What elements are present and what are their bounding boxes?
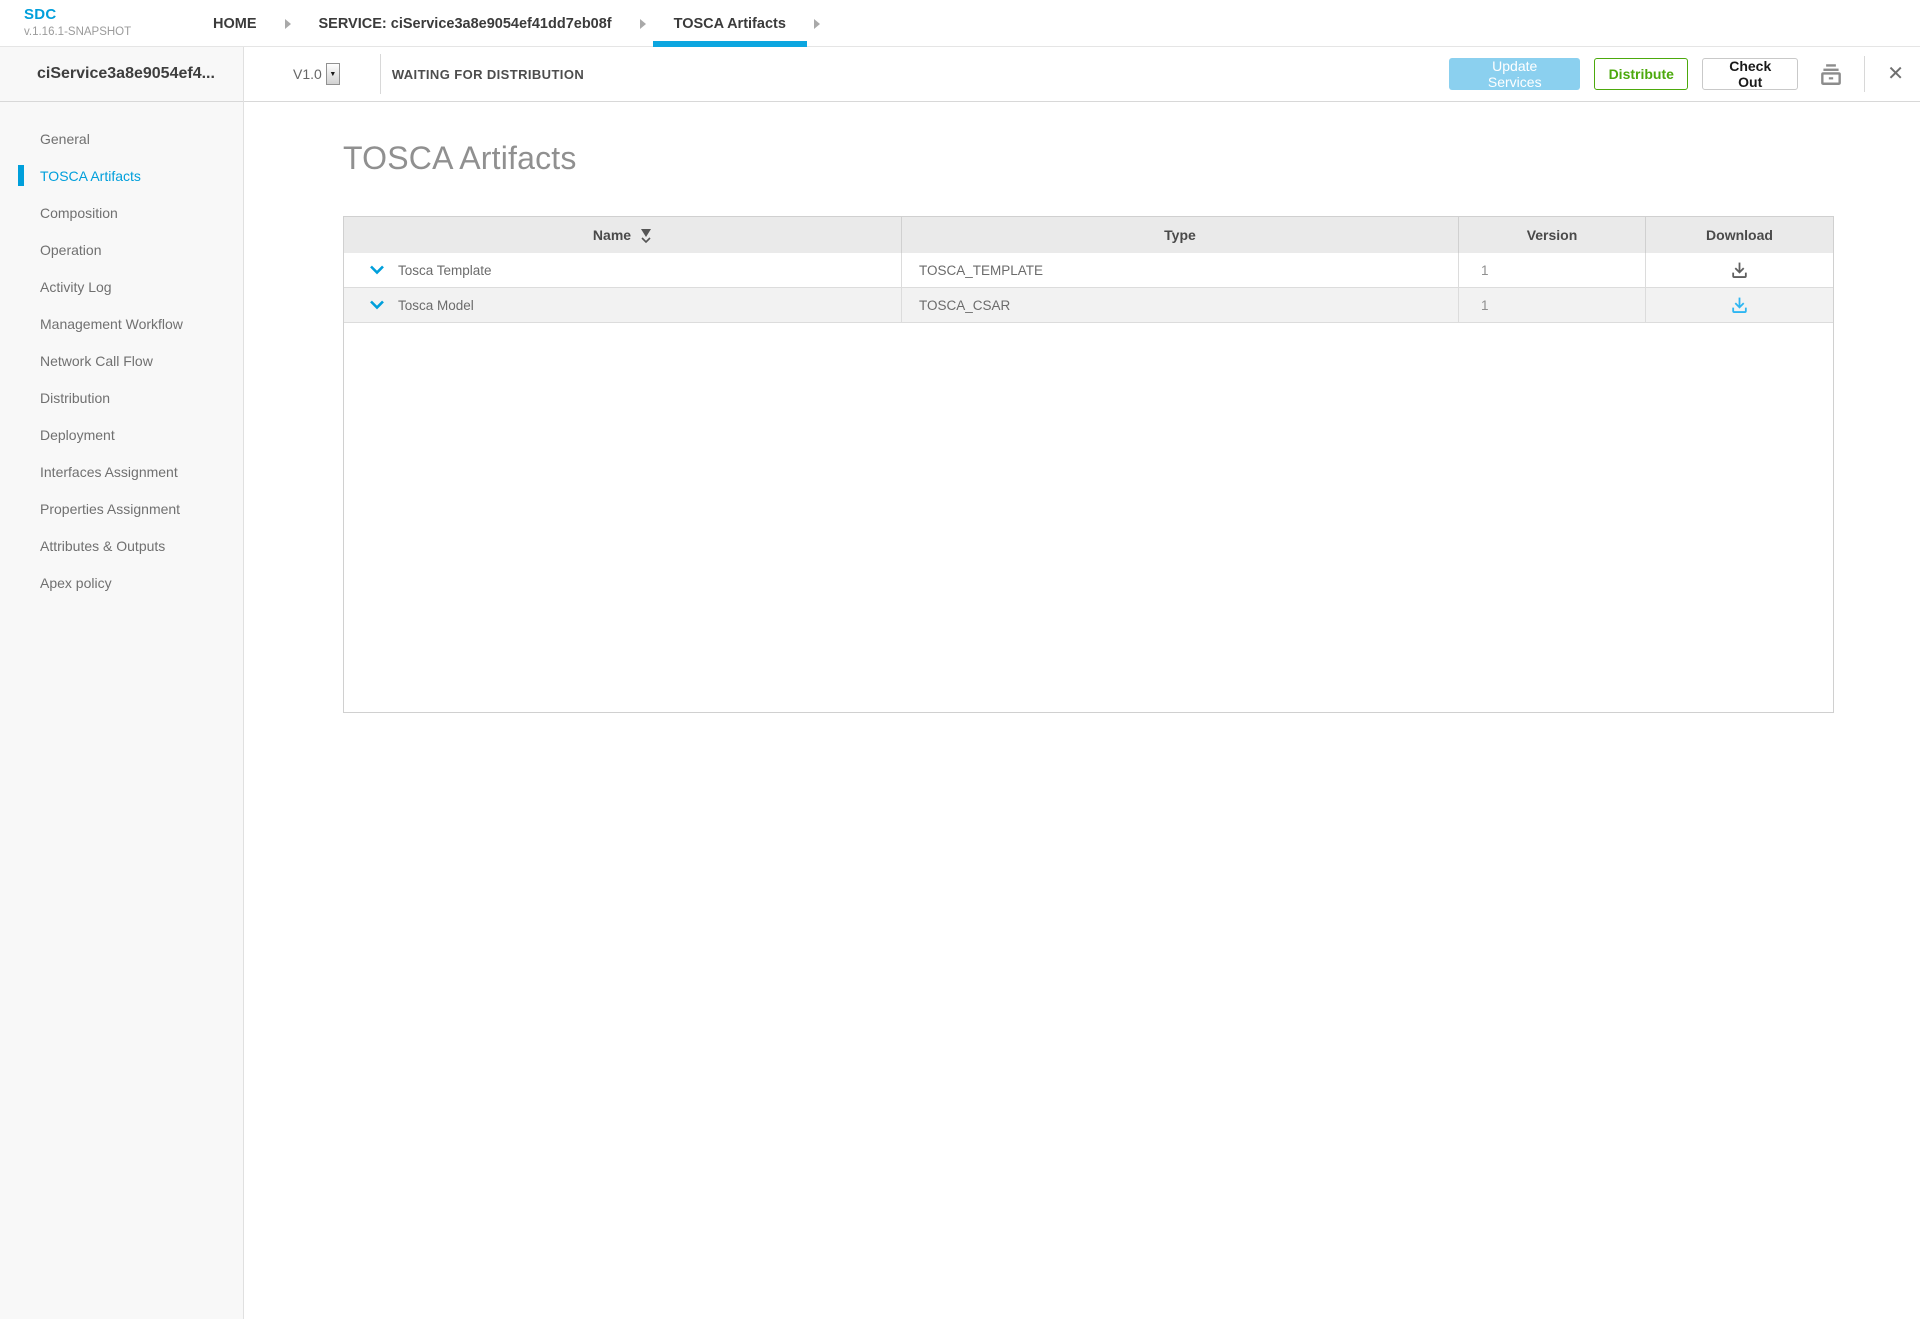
- table-header-row: Name Type Version Download: [344, 217, 1833, 253]
- breadcrumb-arrow-icon: [814, 19, 820, 29]
- entity-name: ciService3a8e9054ef4...: [37, 65, 215, 83]
- sidebar-menu: General TOSCA Artifacts Composition Oper…: [0, 102, 243, 601]
- version-dropdown-spinner[interactable]: ▼: [326, 63, 340, 85]
- sort-trapezoid-icon: [641, 229, 651, 237]
- artifact-name-cell: Tosca Model: [344, 288, 902, 323]
- page: SDC v.1.16.1-SNAPSHOT HOME SERVICE: ciSe…: [0, 0, 1920, 1319]
- sidebar-item-distribution[interactable]: Distribution: [0, 379, 243, 416]
- artifact-version-cell: 1: [1459, 253, 1646, 288]
- artifact-name-cell: Tosca Template: [344, 253, 902, 288]
- sidebar-item-operation[interactable]: Operation: [0, 231, 243, 268]
- table-row: Tosca Model TOSCA_CSAR 1: [344, 288, 1833, 323]
- top-nav-bar: SDC v.1.16.1-SNAPSHOT HOME SERVICE: ciSe…: [0, 0, 1920, 47]
- sidebar-item-interfaces-assignment[interactable]: Interfaces Assignment: [0, 453, 243, 490]
- nav-tab-service[interactable]: SERVICE: ciService3a8e9054ef41dd7eb08f: [319, 0, 612, 47]
- sort-icon[interactable]: [640, 229, 652, 243]
- sidebar-item-general[interactable]: General: [0, 120, 243, 157]
- breadcrumb: HOME SERVICE: ciService3a8e9054ef41dd7eb…: [213, 0, 820, 47]
- breadcrumb-arrow-icon: [640, 19, 646, 29]
- sidebar-item-label: TOSCA Artifacts: [40, 168, 141, 184]
- column-header-label: Name: [593, 227, 631, 243]
- version-selector[interactable]: V1.0 ▼: [293, 63, 340, 85]
- printer-icon[interactable]: [1818, 61, 1844, 87]
- app-logo-text: SDC: [24, 7, 131, 24]
- version-selector-value: V1.0: [293, 66, 322, 82]
- main-content: TOSCA Artifacts Name Type Version Downlo…: [244, 102, 1920, 1319]
- distribute-button[interactable]: Distribute: [1594, 58, 1688, 90]
- page-title: TOSCA Artifacts: [343, 140, 577, 177]
- lifecycle-status-label: WAITING FOR DISTRIBUTION: [392, 67, 584, 82]
- breadcrumb-arrow-icon: [285, 19, 291, 29]
- sidebar-header: ciService3a8e9054ef4...: [0, 47, 243, 102]
- table-row: Tosca Template TOSCA_TEMPLATE 1: [344, 253, 1833, 288]
- sidebar-item-management-workflow[interactable]: Management Workflow: [0, 305, 243, 342]
- tosca-artifacts-table: Name Type Version Download Tosca Templat…: [343, 216, 1834, 713]
- nav-tab-home[interactable]: HOME: [213, 0, 257, 47]
- toolbar-actions: Update Services Distribute Check Out ✕: [1449, 56, 1904, 92]
- close-icon[interactable]: ✕: [1887, 64, 1904, 84]
- active-indicator-bar: [18, 165, 24, 186]
- sidebar-item-attributes-outputs[interactable]: Attributes & Outputs: [0, 527, 243, 564]
- artifact-download-cell: [1646, 253, 1833, 288]
- expand-chevron-down-icon[interactable]: [369, 265, 385, 275]
- artifact-type-cell: TOSCA_TEMPLATE: [902, 253, 1459, 288]
- column-header-version[interactable]: Version: [1459, 217, 1646, 253]
- toolbar-divider: [1864, 56, 1865, 92]
- sidebar-item-activity-log[interactable]: Activity Log: [0, 268, 243, 305]
- sidebar-item-properties-assignment[interactable]: Properties Assignment: [0, 490, 243, 527]
- sidebar-item-composition[interactable]: Composition: [0, 194, 243, 231]
- sidebar-item-network-call-flow[interactable]: Network Call Flow: [0, 342, 243, 379]
- sidebar-item-apex-policy[interactable]: Apex policy: [0, 564, 243, 601]
- column-header-download[interactable]: Download: [1646, 217, 1833, 253]
- artifact-name: Tosca Template: [398, 263, 492, 278]
- workspace-toolbar: V1.0 ▼ WAITING FOR DISTRIBUTION Update S…: [243, 47, 1920, 102]
- artifact-version-cell: 1: [1459, 288, 1646, 323]
- update-services-button[interactable]: Update Services: [1449, 58, 1580, 90]
- artifact-name: Tosca Model: [398, 298, 474, 313]
- sidebar-item-tosca-artifacts[interactable]: TOSCA Artifacts: [0, 157, 243, 194]
- app-logo[interactable]: SDC v.1.16.1-SNAPSHOT: [24, 7, 131, 38]
- check-out-button[interactable]: Check Out: [1702, 58, 1798, 90]
- column-header-type[interactable]: Type: [902, 217, 1459, 253]
- toolbar-divider: [380, 54, 381, 94]
- column-header-name[interactable]: Name: [344, 217, 902, 253]
- artifact-download-cell: [1646, 288, 1833, 323]
- nav-tab-tosca-artifacts[interactable]: TOSCA Artifacts: [674, 0, 786, 47]
- expand-chevron-down-icon[interactable]: [369, 300, 385, 310]
- download-icon[interactable]: [1730, 296, 1749, 315]
- sidebar-item-deployment[interactable]: Deployment: [0, 416, 243, 453]
- sidebar: ciService3a8e9054ef4... General TOSCA Ar…: [0, 47, 244, 1319]
- chevron-down-icon: [640, 237, 652, 243]
- artifact-type-cell: TOSCA_CSAR: [902, 288, 1459, 323]
- app-version-label: v.1.16.1-SNAPSHOT: [24, 26, 131, 39]
- download-icon[interactable]: [1730, 261, 1749, 280]
